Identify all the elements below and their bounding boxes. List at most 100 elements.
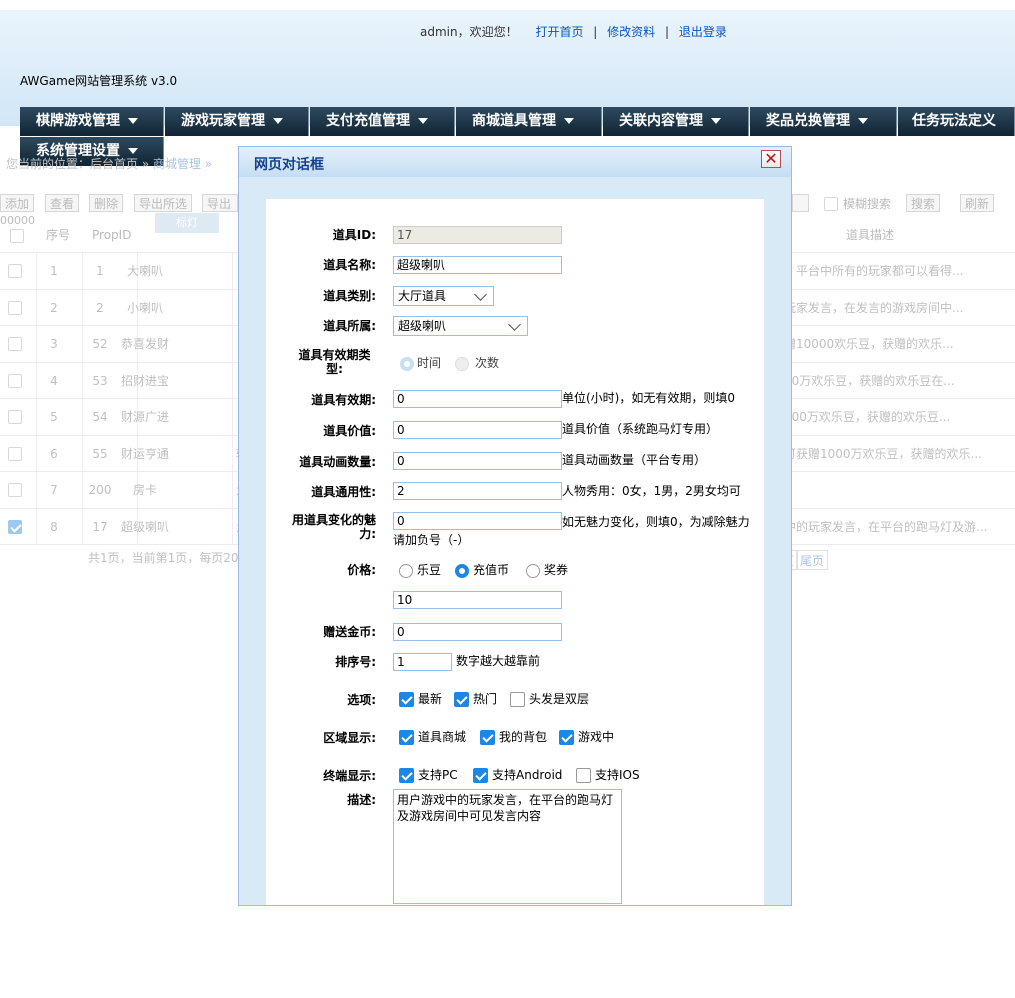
name-field[interactable]: 超级喇叭 [393, 256, 562, 274]
column-divider [36, 289, 37, 326]
fuzzy-search-label: 模糊搜索 [843, 197, 892, 211]
header-propid: PropID [92, 228, 132, 242]
header-desc: 道具描述 [846, 228, 895, 242]
export-button[interactable]: 导出 [202, 194, 238, 212]
option-double-checkbox[interactable] [510, 692, 525, 707]
label-region: 区域显示: [323, 731, 376, 745]
validity-type-time-radio[interactable] [400, 357, 414, 371]
edit-profile-link[interactable]: 修改资料 [607, 25, 655, 39]
row-checkbox[interactable] [8, 337, 22, 351]
row-checkbox[interactable] [8, 410, 22, 424]
row-name: 大喇叭 [126, 264, 163, 278]
chevron-down-icon [474, 288, 487, 301]
welcome-text: admin，欢迎您！ [420, 25, 518, 39]
tab-highlight[interactable]: 标灯 [155, 213, 219, 233]
label-sort: 排序号: [335, 655, 376, 669]
option-hot-checkbox[interactable] [454, 692, 469, 707]
row-name: 财源广进 [120, 410, 169, 424]
column-divider [232, 253, 233, 289]
price-field[interactable]: 10 [393, 591, 562, 609]
row-checkbox[interactable] [8, 300, 22, 315]
row-index: 2 [50, 300, 58, 315]
validity-note: 单位(小时)，如无有效期，则填0 [562, 391, 735, 405]
breadcrumb-prefix: 您当前的位置：后台首页 » [6, 157, 153, 171]
export-selected-button[interactable]: 导出所选 [134, 194, 193, 212]
label-options: 选项: [347, 693, 376, 707]
column-divider [232, 508, 233, 545]
validity-type-count-label: 次数 [475, 356, 500, 370]
add-button[interactable]: 添加 [0, 194, 35, 212]
delete-button[interactable]: 删除 [89, 194, 124, 212]
option-new-checkbox[interactable] [399, 692, 414, 707]
belong-select[interactable]: 超级喇叭 [393, 316, 528, 336]
last-page-button[interactable]: 尾页 [796, 550, 829, 570]
row-desc: 发言，平台中所有的玩家都可以看得... [760, 264, 964, 278]
option-hot-label: 热门 [473, 692, 498, 706]
view-button[interactable]: 查看 [45, 194, 80, 212]
row-name: 招财进宝 [120, 373, 169, 388]
logout-link[interactable]: 退出登录 [679, 25, 727, 39]
column-divider [232, 326, 233, 362]
column-divider [232, 289, 233, 326]
label-name: 道具名称: [323, 258, 376, 272]
label-gift: 赠送金币: [323, 625, 376, 639]
column-divider [36, 399, 37, 435]
price-ticket-radio[interactable] [526, 564, 540, 578]
validity-field[interactable]: 0 [393, 390, 562, 408]
row-checkbox[interactable] [8, 264, 22, 278]
open-home-link[interactable]: 打开首页 [535, 25, 583, 39]
row-name: 财运亨通 [120, 446, 169, 461]
region-game-label: 游戏中 [578, 730, 615, 744]
select-all-checkbox[interactable] [10, 229, 24, 243]
column-divider [232, 399, 233, 435]
general-field[interactable]: 2 [393, 482, 562, 500]
label-terminal: 终端显示: [323, 769, 376, 783]
anim-note: 道具动画数量（平台专用） [562, 453, 707, 467]
validity-type-count-radio[interactable] [455, 357, 469, 371]
category-select[interactable]: 大厅道具 [393, 286, 494, 306]
sort-field[interactable]: 1 [393, 653, 452, 671]
value-note: 道具价值（系统跑马灯专用） [562, 422, 719, 436]
region-game-checkbox[interactable] [559, 730, 574, 745]
general-note: 人物秀用：0女，1男，2男女均可 [562, 484, 741, 498]
refresh-button[interactable]: 刷新 [960, 194, 995, 212]
region-shop-checkbox[interactable] [399, 730, 414, 745]
region-bag-checkbox[interactable] [480, 730, 495, 745]
label-validity: 道具有效期: [311, 393, 376, 407]
dialog-title: 网页对话框 [254, 157, 324, 173]
dialog-titlebar[interactable]: 网页对话框 ✕ [239, 147, 791, 177]
row-desc: 买后可获赠1000万欢乐豆，获赠的欢乐... [760, 446, 982, 461]
price-bean-radio[interactable] [399, 564, 413, 578]
row-checkbox[interactable] [8, 519, 22, 534]
desc-textarea[interactable]: 用户游戏中的玩家发言，在平台的跑马灯及游戏房间中可见发言内容 [393, 789, 622, 904]
search-button[interactable]: 搜索 [906, 194, 941, 212]
row-checkbox[interactable] [8, 446, 22, 461]
price-coin-radio[interactable] [455, 564, 469, 578]
terminal-android-checkbox[interactable] [473, 768, 488, 783]
row-checkbox[interactable] [8, 483, 22, 497]
label-prop-id: 道具ID: [332, 228, 376, 242]
anim-field[interactable]: 0 [393, 452, 562, 470]
row-desc: 房卡 [760, 472, 1015, 508]
row-index: 7 [50, 483, 58, 497]
chevron-down-icon [273, 118, 283, 124]
breadcrumb-current[interactable]: 商城管理 » [153, 157, 212, 171]
close-icon[interactable]: ✕ [761, 150, 781, 168]
row-desc: 中的玩家发言，在发言的游戏房间中... [760, 300, 964, 315]
value-field[interactable]: 0 [393, 421, 562, 439]
label-general: 道具通用性: [311, 485, 376, 499]
row-checkbox[interactable] [8, 373, 22, 388]
fuzzy-search-checkbox[interactable] [824, 197, 838, 211]
chevron-down-icon [564, 118, 574, 124]
label-value: 道具价值: [323, 424, 376, 438]
terminal-pc-checkbox[interactable] [399, 768, 414, 783]
prop-id-field: 17 [393, 226, 562, 244]
terminal-ios-checkbox[interactable] [576, 768, 591, 783]
charm-note: 如无魅力变化，则填0，为减除魅力请加负号（-） [393, 515, 750, 547]
row-name: 房卡 [132, 483, 157, 497]
gift-field[interactable]: 0 [393, 623, 562, 641]
row-name: 超级喇叭 [120, 519, 169, 534]
search-input[interactable] [792, 194, 809, 212]
label-category: 道具类别: [323, 289, 376, 303]
price-coin-label: 充值币 [473, 563, 510, 577]
